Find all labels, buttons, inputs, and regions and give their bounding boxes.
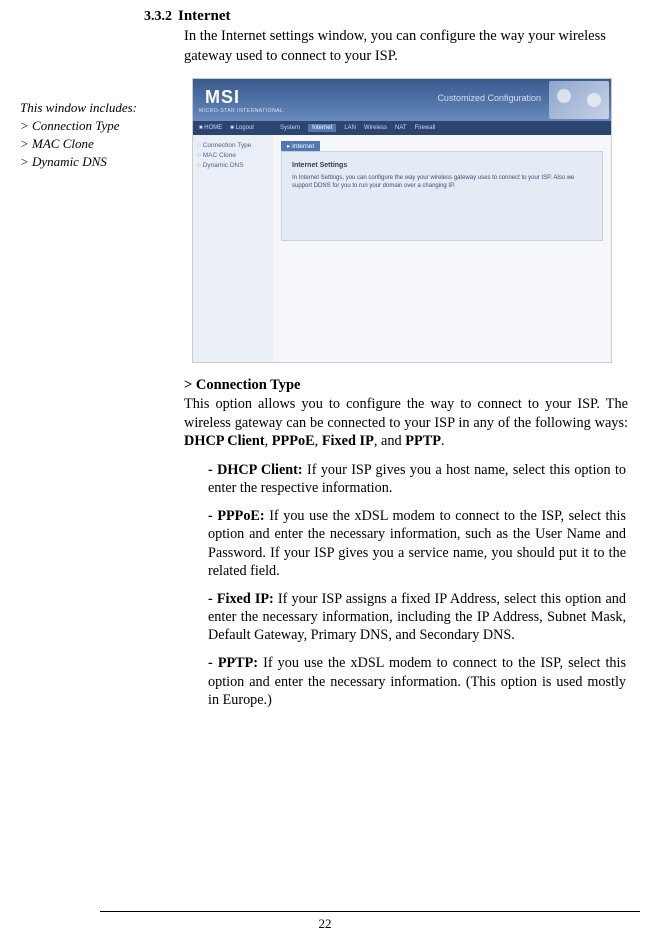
pppoe-item: - PPPoE: If you use the xDSL modem to co… xyxy=(208,507,626,580)
nav-item-internet[interactable]: Internet xyxy=(308,124,336,132)
nav-item-system[interactable]: System xyxy=(280,125,300,131)
header-graphic xyxy=(549,81,609,119)
nav-logout-icon[interactable]: ■ Logout xyxy=(230,125,254,131)
ui-sidebar: Connection Type MAC Clone Dynamic DNS xyxy=(193,135,273,362)
nav-item-lan[interactable]: LAN xyxy=(344,125,356,131)
dhcp-client-item: - DHCP Client: If your ISP gives you a h… xyxy=(208,461,626,497)
ui-main-panel: ▸ Internet Internet Settings In Internet… xyxy=(273,135,611,362)
nav-item-wireless[interactable]: Wireless xyxy=(364,125,387,131)
section-intro: In the Internet settings window, you can… xyxy=(184,27,628,66)
ui-header: MSI MICRO-STAR INTERNATIONAL Customized … xyxy=(193,79,611,121)
router-ui-screenshot: MSI MICRO-STAR INTERNATIONAL Customized … xyxy=(192,78,612,363)
section-number: 3.3.2 xyxy=(10,9,178,25)
sidebar-item-mac-clone[interactable]: MAC Clone xyxy=(197,151,269,161)
sidebar-item-connection-type[interactable]: Connection Type xyxy=(197,141,269,151)
panel-title: Internet Settings xyxy=(292,162,592,169)
ui-tab-internet[interactable]: ▸ Internet xyxy=(281,141,320,151)
footer-rule xyxy=(100,911,640,912)
panel-description: In Internet Settings, you can configure … xyxy=(292,175,592,191)
margin-notes: This window includes: > Connection Type … xyxy=(10,78,184,363)
nav-home-icon[interactable]: ■ HOME xyxy=(199,125,222,131)
page-number: 22 xyxy=(0,916,650,932)
ui-headline: Customized Configuration xyxy=(437,93,541,103)
margin-item: > MAC Clone xyxy=(20,136,184,153)
msi-logo: MSI xyxy=(205,87,283,108)
nav-item-nat[interactable]: NAT xyxy=(395,125,407,131)
msi-logo-subtitle: MICRO-STAR INTERNATIONAL xyxy=(199,108,283,114)
nav-item-firewall[interactable]: Firewall xyxy=(415,125,436,131)
margin-item: > Dynamic DNS xyxy=(20,154,184,171)
connection-type-heading: > Connection Type xyxy=(184,377,628,394)
pptp-item: - PPTP: If you use the xDSL modem to con… xyxy=(208,654,626,709)
margin-item: > Connection Type xyxy=(20,118,184,135)
margin-heading: This window includes: xyxy=(20,100,184,117)
sidebar-item-dynamic-dns[interactable]: Dynamic DNS xyxy=(197,161,269,171)
connection-type-paragraph: This option allows you to configure the … xyxy=(184,395,628,451)
fixed-ip-item: - Fixed IP: If your ISP assigns a fixed … xyxy=(208,590,626,645)
ui-nav-bar: ■ HOME ■ Logout System Internet LAN Wire… xyxy=(193,121,611,135)
section-title: Internet xyxy=(178,8,231,25)
